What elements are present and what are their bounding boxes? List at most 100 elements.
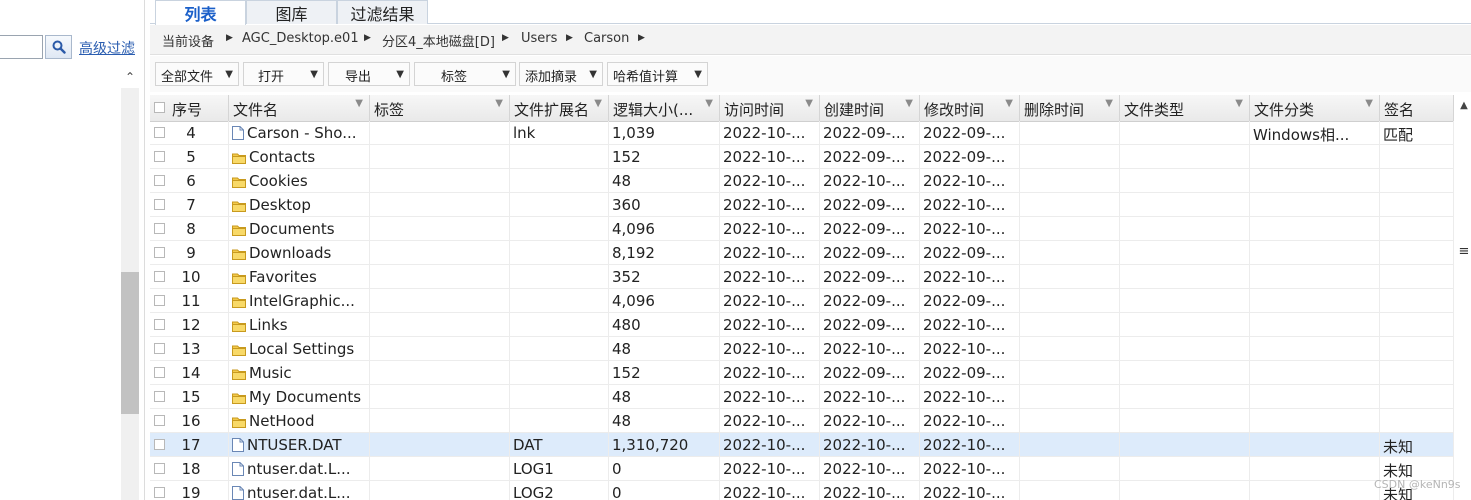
cell-extension: [510, 217, 609, 241]
folder-icon: [232, 246, 246, 264]
cell-text: 13: [181, 340, 201, 358]
table-row[interactable]: 10 Favorites 352 2022-10-... 2022-09-... 2022…: [150, 265, 1454, 289]
left-scrollbar-thumb[interactable]: [121, 272, 139, 414]
table-row[interactable]: 16 NetHood 48 2022-10-... 2022-10-... 2022-10…: [150, 409, 1454, 433]
column-header-delete-time[interactable]: 删除时间 ▼: [1020, 95, 1120, 121]
table-row[interactable]: 13 Local Settings 48 2022-10-... 2022-10-...…: [150, 337, 1454, 361]
column-filter-icon[interactable]: ▼: [355, 98, 363, 109]
column-filter-icon[interactable]: ▼: [594, 98, 602, 109]
cell-modify-time: 2022-10-...: [920, 337, 1020, 361]
cell-text: 17: [181, 436, 201, 454]
cell-text: 2022-10-...: [923, 484, 1006, 500]
all-files-dropdown[interactable]: 全部文件 ▼: [155, 62, 239, 86]
cell-text: 2022-10-...: [723, 268, 806, 286]
cell-text: 2022-10-...: [723, 412, 806, 430]
cell-file-class: [1250, 409, 1380, 433]
column-header-seq[interactable]: 序号: [150, 95, 229, 121]
cell-signature: [1380, 241, 1454, 265]
breadcrumb-item-image[interactable]: AGC_Desktop.e01: [242, 31, 359, 46]
cell-text: Favorites: [249, 268, 317, 286]
cell-text: 48: [612, 388, 632, 406]
cell-text: 2022-10-...: [923, 220, 1006, 238]
column-menu-icon[interactable]: ≡: [1457, 244, 1471, 259]
scroll-up-icon[interactable]: ⌃: [121, 68, 139, 86]
scroll-up-icon[interactable]: ▲: [1457, 98, 1471, 112]
cell-text: Music: [249, 364, 292, 382]
cell-text: 2022-10-...: [723, 148, 806, 166]
cell-text: Windows相...: [1253, 126, 1350, 144]
cell-text: 2022-10-...: [723, 124, 806, 142]
cell-text: 2022-10-...: [723, 220, 806, 238]
table-row[interactable]: 5 Contacts 152 2022-10-... 2022-09-... 2022-0…: [150, 145, 1454, 169]
cell-text: 352: [612, 268, 641, 286]
table-row[interactable]: 8 Documents 4,096 2022-10-... 2022-09-... 202…: [150, 217, 1454, 241]
table-row[interactable]: 14 Music 152 2022-10-... 2022-09-... 2022-09-…: [150, 361, 1454, 385]
column-filter-icon[interactable]: ▼: [1105, 98, 1113, 109]
cell-create-time: 2022-09-...: [820, 313, 920, 337]
cell-seq: 14: [150, 361, 229, 385]
cell-modify-time: 2022-10-...: [920, 169, 1020, 193]
column-header-file-class[interactable]: 文件分类 ▼: [1250, 95, 1380, 121]
breadcrumb-item-partition[interactable]: 分区4_本地磁盘[D]: [382, 31, 495, 50]
table-row[interactable]: 19 ntuser.dat.L... LOG2 0 2022-10-... 2022-10…: [150, 481, 1454, 500]
cell-delete-time: [1020, 265, 1120, 289]
cell-tag: [370, 193, 510, 217]
column-header-create-time[interactable]: 创建时间 ▼: [820, 95, 920, 121]
folder-icon: [232, 294, 246, 312]
cell-tag: [370, 313, 510, 337]
column-header-extension[interactable]: 文件扩展名 ▼: [510, 95, 609, 121]
column-filter-icon[interactable]: ▼: [805, 98, 813, 109]
search-input[interactable]: [0, 35, 43, 59]
export-button[interactable]: 导出 ▼: [328, 62, 410, 86]
table-row[interactable]: 4 Carson - Sho... lnk 1,039 2022-10-... 2022-…: [150, 121, 1454, 145]
hash-calc-button[interactable]: 哈希值计算 ▼: [607, 62, 708, 86]
breadcrumb-item-device[interactable]: 当前设备: [162, 31, 214, 50]
tag-button[interactable]: 标签 ▼: [414, 62, 516, 86]
cell-text: 2022-10-...: [923, 460, 1006, 478]
search-button[interactable]: [45, 35, 72, 59]
cell-text: 匹配: [1383, 126, 1414, 144]
table-row[interactable]: 15 My Documents 48 2022-10-... 2022-10-... 20…: [150, 385, 1454, 409]
open-button[interactable]: 打开 ▼: [243, 62, 324, 86]
add-excerpt-button[interactable]: 添加摘录 ▼: [519, 62, 603, 86]
column-filter-icon[interactable]: ▼: [1235, 98, 1243, 109]
table-row[interactable]: 11 IntelGraphic... 4,096 2022-10-... 2022-09…: [150, 289, 1454, 313]
cell-text: 2022-10-...: [723, 196, 806, 214]
column-header-modify-time[interactable]: 修改时间 ▼: [920, 95, 1020, 121]
cell-access-time: 2022-10-...: [720, 265, 820, 289]
cell-file-type: [1120, 361, 1250, 385]
tab-filter-results[interactable]: 过滤结果: [337, 0, 428, 24]
cell-filename: ntuser.dat.L...: [229, 457, 370, 481]
column-header-file-type[interactable]: 文件类型 ▼: [1120, 95, 1250, 121]
breadcrumb-item-carson[interactable]: Carson: [584, 31, 629, 46]
table-row[interactable]: 6 Cookies 48 2022-10-... 2022-10-... 2022-10-…: [150, 169, 1454, 193]
column-filter-icon[interactable]: ▼: [705, 98, 713, 109]
table-row[interactable]: 17 NTUSER.DAT DAT 1,310,720 2022-10-... 2022-…: [150, 433, 1454, 457]
cell-text: IntelGraphic...: [249, 292, 355, 310]
table-row[interactable]: 9 Downloads 8,192 2022-10-... 2022-09-... 202…: [150, 241, 1454, 265]
column-filter-icon[interactable]: ▼: [905, 98, 913, 109]
column-header-signature[interactable]: 签名: [1380, 95, 1454, 121]
column-filter-icon[interactable]: ▼: [1005, 98, 1013, 109]
advanced-filter-link[interactable]: 高级过滤: [79, 38, 135, 58]
column-header-filename[interactable]: 文件名 ▼: [229, 95, 370, 121]
cell-text: 2022-10-...: [823, 484, 906, 500]
cell-text: 2022-10-...: [723, 364, 806, 382]
table-row[interactable]: 7 Desktop 360 2022-10-... 2022-09-... 2022-10…: [150, 193, 1454, 217]
breadcrumb-item-users[interactable]: Users: [521, 31, 557, 46]
column-filter-icon[interactable]: ▼: [1365, 98, 1373, 109]
tab-list[interactable]: 列表: [155, 0, 246, 25]
table-row[interactable]: 12 Links 480 2022-10-... 2022-09-... 2022-10-…: [150, 313, 1454, 337]
cell-logical-size: 48: [609, 337, 720, 361]
column-header-access-time[interactable]: 访问时间 ▼: [720, 95, 820, 121]
cell-extension: [510, 145, 609, 169]
cell-modify-time: 2022-10-...: [920, 385, 1020, 409]
cell-logical-size: 4,096: [609, 289, 720, 313]
tab-gallery[interactable]: 图库: [246, 0, 337, 24]
cell-signature: [1380, 265, 1454, 289]
column-filter-icon[interactable]: ▼: [495, 98, 503, 109]
column-header-tag[interactable]: 标签 ▼: [370, 95, 510, 121]
cell-text: 7: [186, 196, 196, 214]
table-row[interactable]: 18 ntuser.dat.L... LOG1 0 2022-10-... 2022-10…: [150, 457, 1454, 481]
column-header-logical-size[interactable]: 逻辑大小(... ▼: [609, 95, 720, 121]
